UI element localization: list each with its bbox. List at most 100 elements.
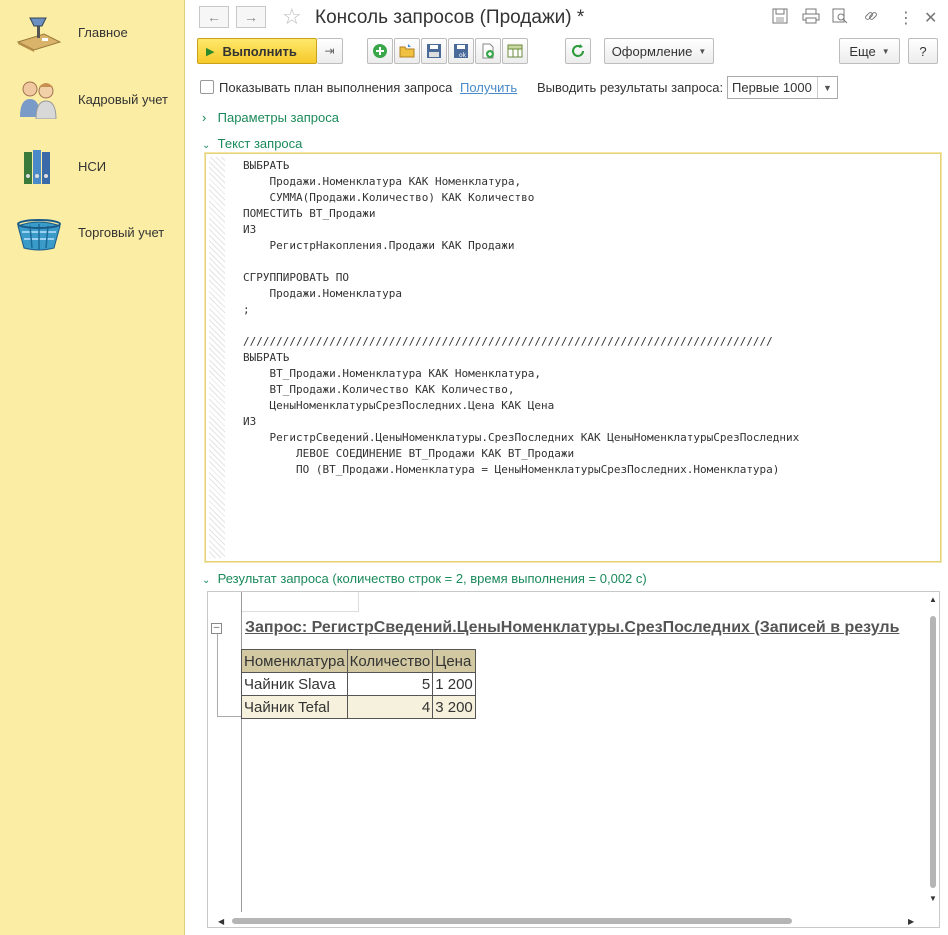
binders-icon — [14, 146, 64, 186]
code-line[interactable]: РегистрСведений.ЦеныНоменклатуры.СрезПос… — [243, 430, 799, 446]
output-results-label: Выводить результаты запроса: — [537, 80, 724, 95]
forward-button[interactable]: → — [236, 6, 266, 28]
code-line[interactable]: ВТ_Продажи.Количество КАК Количество, — [243, 382, 799, 398]
code-line[interactable]: РегистрНакопления.Продажи КАК Продажи — [243, 238, 799, 254]
code-line[interactable]: СГРУППИРОВАТЬ ПО — [243, 270, 799, 286]
code-line[interactable]: ПОМЕСТИТЬ ВТ_Продажи — [243, 206, 799, 222]
column-header[interactable]: Номенклатура — [241, 649, 348, 673]
code-line[interactable]: Продажи.Номенклатура КАК Номенклатура, — [243, 174, 799, 190]
query-result-spreadsheet[interactable]: – Запрос: РегистрСведений.ЦеныНоменклату… — [207, 591, 940, 928]
scroll-right-icon[interactable]: ▶ — [908, 917, 914, 926]
save-button[interactable] — [421, 38, 447, 64]
back-button[interactable]: ← — [199, 6, 229, 28]
code-line[interactable]: Продажи.Номенклатура — [243, 286, 799, 302]
arrow-left-icon: ← — [207, 9, 221, 25]
refresh-button[interactable] — [565, 38, 591, 64]
link-icon[interactable] — [863, 8, 879, 28]
more-menu-icon[interactable]: ⋮ — [898, 8, 914, 28]
code-line[interactable]: ВЫБРАТЬ — [243, 350, 799, 366]
code-line[interactable]: ЦеныНоменклатурыСрезПоследних.Цена КАК Ц… — [243, 398, 799, 414]
sidebar-item-label: Главное — [78, 24, 128, 40]
table-cell[interactable]: 5 — [346, 672, 434, 696]
show-plan-checkbox[interactable] — [200, 80, 214, 94]
print-icon[interactable] — [802, 8, 820, 28]
code-line[interactable] — [243, 318, 799, 334]
chevron-down-icon: ▼ — [698, 46, 707, 56]
code-line[interactable]: ////////////////////////////////////////… — [243, 334, 799, 350]
close-icon[interactable]: ✕ — [924, 8, 937, 28]
people-icon — [14, 79, 64, 120]
sidebar-item-hr[interactable]: Кадровый учет — [0, 75, 185, 123]
vertical-scroll-thumb[interactable] — [930, 616, 936, 888]
design-label: Оформление — [611, 43, 693, 59]
cell-outline — [241, 592, 359, 612]
more-button[interactable]: Еще ▼ — [839, 38, 900, 64]
chevron-down-icon[interactable]: ▼ — [817, 77, 837, 98]
open-button[interactable] — [394, 38, 420, 64]
query-code[interactable]: ВЫБРАТЬ Продажи.Номенклатура КАК Номенкл… — [243, 158, 799, 478]
scroll-down-icon[interactable]: ▼ — [929, 894, 937, 903]
column-header[interactable]: Количество — [346, 649, 434, 673]
sidebar-item-main[interactable]: Главное — [0, 8, 185, 56]
scroll-up-icon[interactable]: ▲ — [929, 595, 937, 604]
sidebar-item-label: Торговый учет — [78, 224, 165, 240]
horizontal-scroll-thumb[interactable] — [232, 918, 792, 924]
save-form-icon[interactable] — [772, 8, 788, 28]
code-line[interactable]: ВЫБРАТЬ — [243, 158, 799, 174]
options-row: Показывать план выполнения запроса Получ… — [186, 76, 948, 99]
column-header[interactable]: Цена — [432, 649, 476, 673]
sidebar-item-nsi[interactable]: НСИ — [0, 142, 185, 190]
step-icon: ⇥ — [324, 44, 335, 58]
save-icon — [427, 44, 441, 58]
group-title: Результат запроса (количество строк = 2,… — [217, 571, 647, 586]
code-line[interactable]: ПО (ВТ_Продажи.Номенклатура = ЦеныНоменк… — [243, 462, 799, 478]
arrow-right-icon: → — [244, 9, 258, 25]
table-cell[interactable]: 4 — [346, 695, 434, 719]
favorite-star-icon[interactable]: ☆ — [282, 4, 302, 30]
add-icon — [373, 44, 387, 58]
code-line[interactable]: ИЗ — [243, 222, 799, 238]
output-limit-select[interactable]: Первые 1000 ▼ — [727, 76, 838, 99]
code-line[interactable]: СУММА(Продажи.Количество) КАК Количество — [243, 190, 799, 206]
chevron-down-icon: ⌄ — [202, 140, 211, 151]
table-cell[interactable]: 1 200 — [432, 672, 476, 696]
table-cell[interactable]: Чайник Tefal — [241, 695, 348, 719]
command-bar: ▶ Выполнить ⇥ ok Оформление ▼ Еще ▼ ? — [186, 38, 948, 66]
get-plan-link[interactable]: Получить — [460, 80, 517, 95]
folder-open-icon — [399, 44, 415, 58]
horizontal-scrollbar[interactable]: ◀ ▶ — [208, 915, 939, 927]
code-line[interactable]: ВТ_Продажи.Номенклатура КАК Номенклатура… — [243, 366, 799, 382]
basket-icon — [14, 212, 64, 252]
chevron-right-icon: › — [202, 110, 207, 125]
chevron-down-icon: ▼ — [881, 46, 890, 56]
table-row[interactable]: Чайник Tefal 4 3 200 — [241, 695, 476, 719]
result-table[interactable]: Номенклатура Количество Цена Чайник Slav… — [241, 649, 476, 719]
sections-panel: Главное Кадровый учет НСИ Торговый учет — [0, 0, 185, 935]
run-button[interactable]: ▶ Выполнить — [197, 38, 317, 64]
sidebar-item-label: Кадровый учет — [78, 91, 168, 107]
group-query-text[interactable]: ⌄ Текст запроса — [202, 136, 302, 151]
design-dropdown-button[interactable]: Оформление ▼ — [604, 38, 714, 64]
table-button[interactable] — [502, 38, 528, 64]
run-step-button[interactable]: ⇥ — [317, 38, 343, 64]
group-query-params[interactable]: › Параметры запроса — [202, 110, 339, 125]
sidebar-item-trade[interactable]: Торговый учет — [0, 208, 185, 256]
scroll-left-icon[interactable]: ◀ — [218, 917, 224, 926]
add-button[interactable] — [367, 38, 393, 64]
query-text-editor[interactable]: ВЫБРАТЬ Продажи.Номенклатура КАК Номенкл… — [204, 152, 942, 563]
code-line[interactable]: ИЗ — [243, 414, 799, 430]
group-query-result[interactable]: ⌄ Результат запроса (количество строк = … — [202, 571, 647, 586]
help-button[interactable]: ? — [908, 38, 938, 64]
preview-icon[interactable] — [832, 8, 848, 28]
code-line[interactable]: ЛЕВОЕ СОЕДИНЕНИЕ ВТ_Продажи КАК ВТ_Прода… — [243, 446, 799, 462]
table-cell[interactable]: 3 200 — [432, 695, 476, 719]
new-query-button[interactable] — [475, 38, 501, 64]
desk-lamp-icon — [14, 12, 64, 52]
code-line[interactable] — [243, 254, 799, 270]
table-row[interactable]: Чайник Slava 5 1 200 — [241, 672, 476, 696]
code-line[interactable]: ; — [243, 302, 799, 318]
save-as-button[interactable]: ok — [448, 38, 474, 64]
table-cell[interactable]: Чайник Slava — [241, 672, 348, 696]
collapse-group-icon[interactable]: – — [211, 623, 222, 634]
vertical-scrollbar[interactable]: ▲ ▼ — [927, 592, 939, 912]
